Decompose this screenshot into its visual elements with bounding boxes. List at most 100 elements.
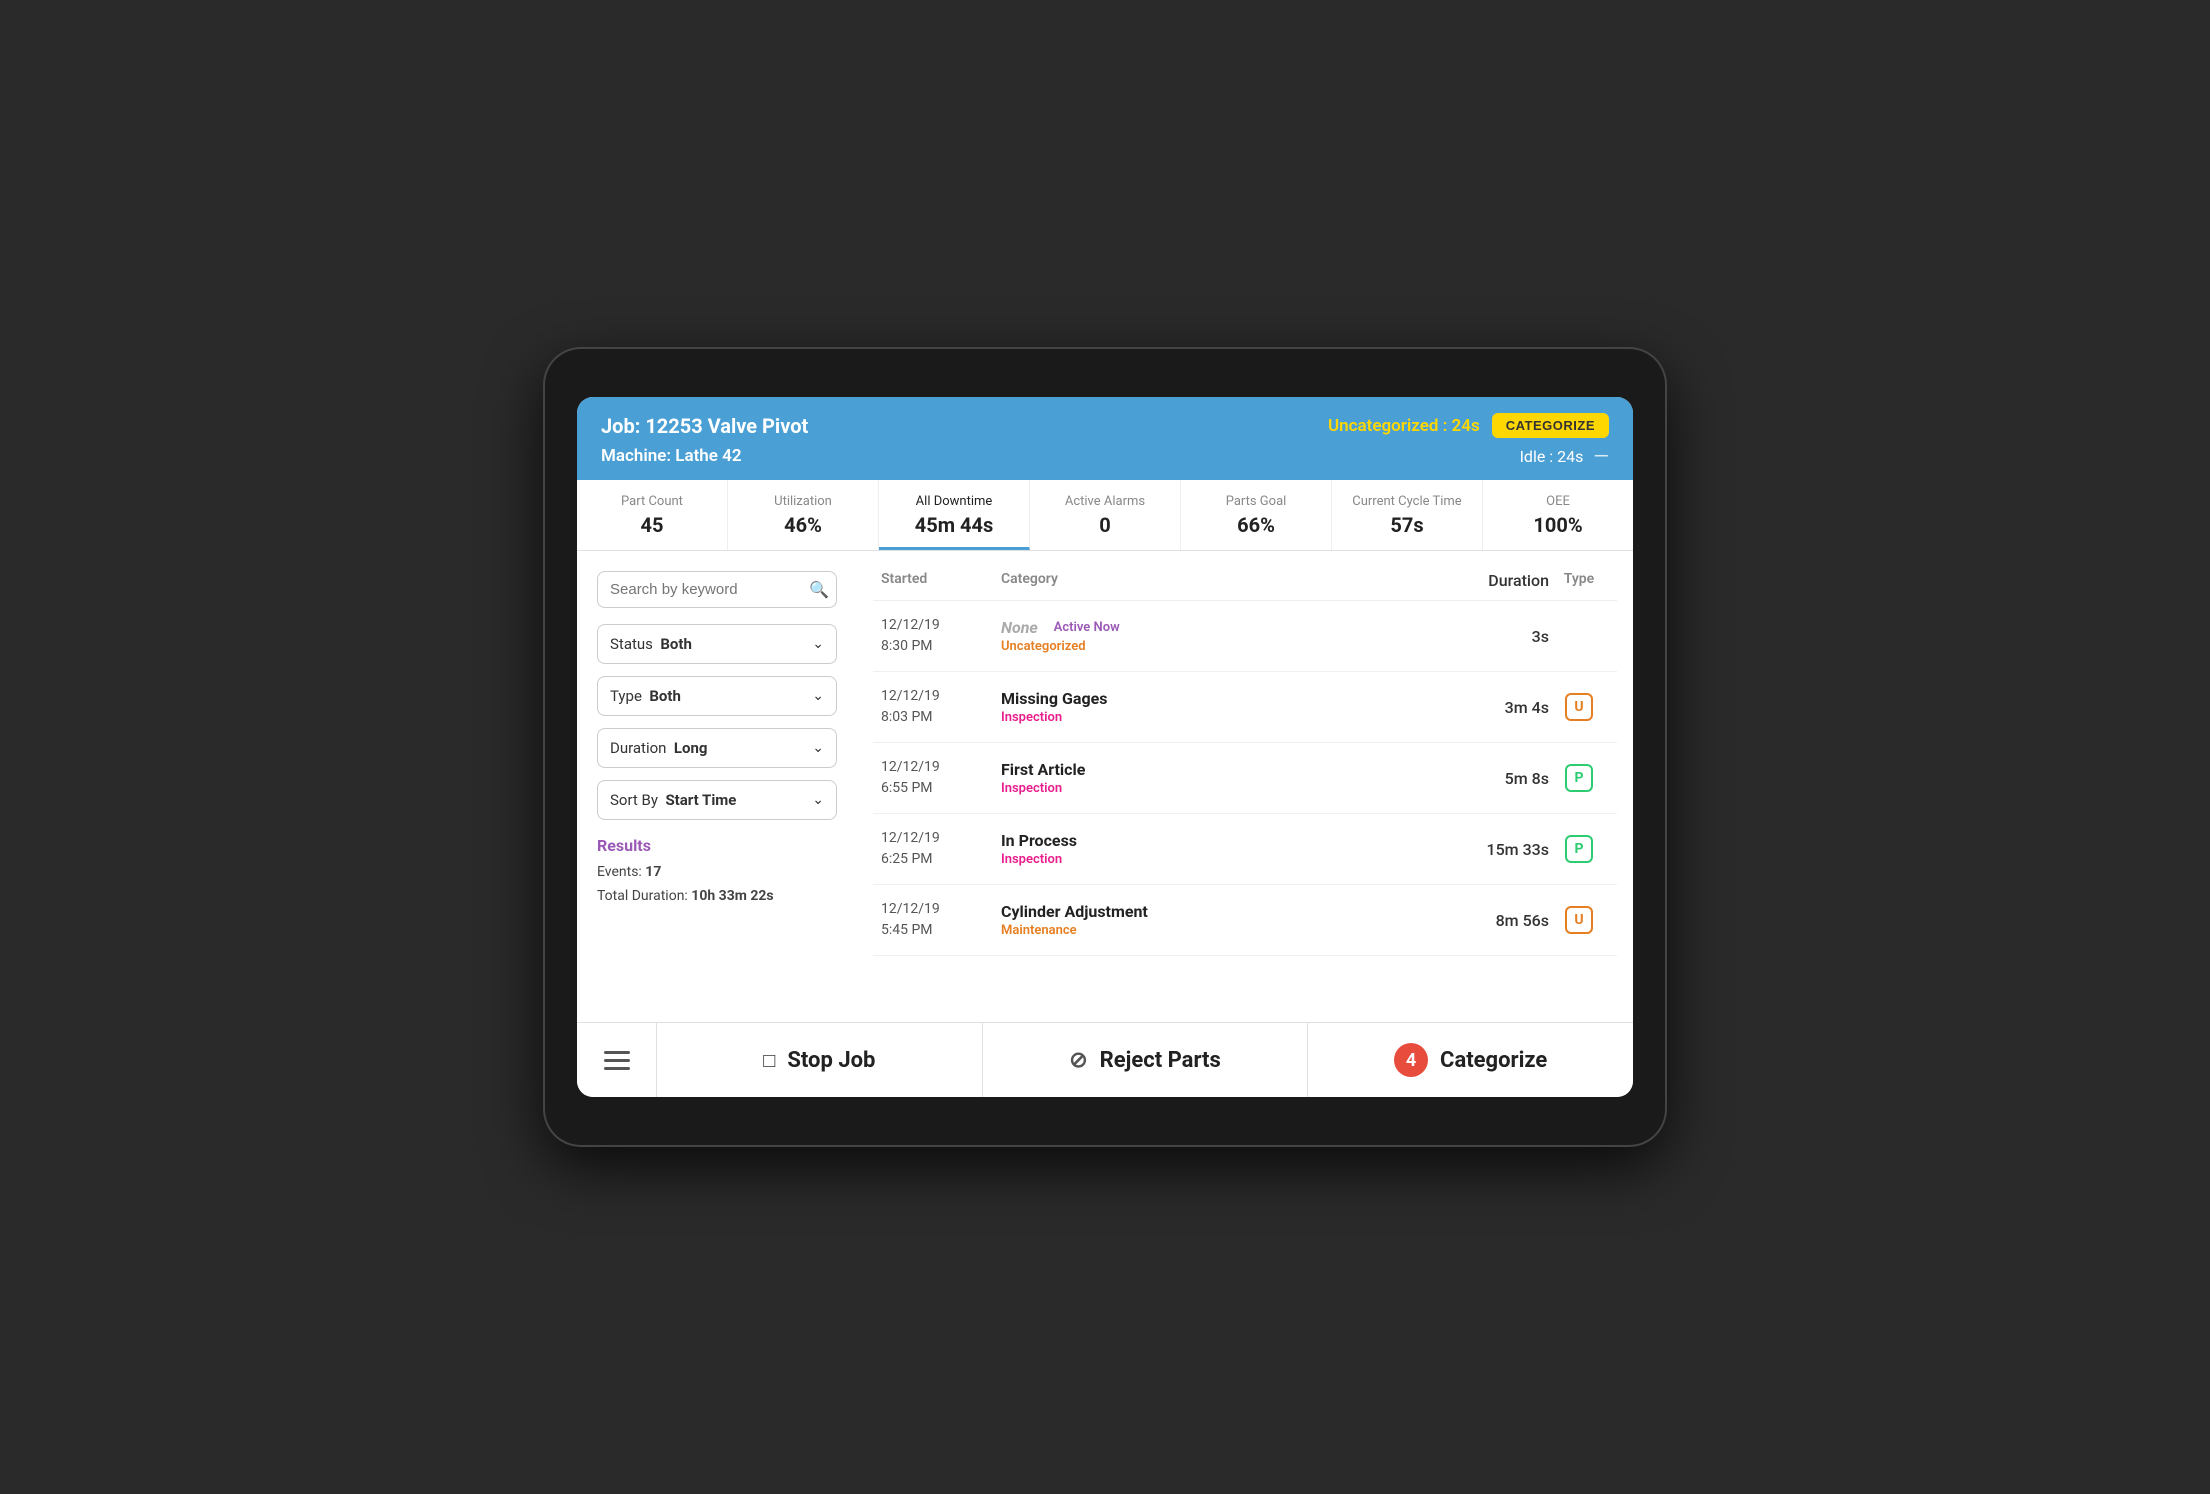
stat-utilization-label: Utilization — [736, 494, 870, 509]
table-row[interactable]: 12/12/195:45 PM Cylinder Adjustment Main… — [873, 885, 1617, 956]
stat-parts-goal[interactable]: Parts Goal 66% — [1181, 480, 1332, 550]
table-area: Started Category Duration Type 12/12/198… — [857, 571, 1633, 1010]
stats-bar: Part Count 45 Utilization 46% All Downti… — [577, 480, 1633, 551]
row-category-name: First Article — [1001, 760, 1429, 779]
footer: □ Stop Job ⊘ Reject Parts 4 Categorize — [577, 1022, 1633, 1097]
row-category-sub: Inspection — [1001, 710, 1429, 725]
row-started: 12/12/195:45 PM — [881, 899, 1001, 941]
reject-parts-button[interactable]: ⊘ Reject Parts — [983, 1023, 1309, 1097]
reject-parts-label: Reject Parts — [1100, 1048, 1221, 1073]
stat-all-downtime-value: 45m 44s — [887, 513, 1021, 537]
stop-job-label: Stop Job — [787, 1048, 875, 1073]
row-category-name: Cylinder Adjustment — [1001, 902, 1429, 921]
row-type: U — [1549, 906, 1609, 934]
type-badge-p: P — [1565, 835, 1593, 863]
active-now-badge: Active Now — [1054, 620, 1120, 635]
idle-dash-icon: — — [1593, 444, 1609, 468]
sort-filter-label: Sort By Start Time — [610, 791, 736, 809]
total-duration-value: 10h 33m 22s — [691, 888, 773, 904]
duration-filter-label: Duration Long — [610, 739, 707, 757]
stat-all-downtime-label: All Downtime — [887, 494, 1021, 509]
search-box[interactable]: 🔍 — [597, 571, 837, 608]
row-duration: 5m 8s — [1429, 769, 1549, 788]
stop-job-button[interactable]: □ Stop Job — [657, 1023, 983, 1097]
events-count: 17 — [645, 864, 661, 880]
row-category: Cylinder Adjustment Maintenance — [1001, 902, 1429, 938]
stat-active-alarms[interactable]: Active Alarms 0 — [1030, 480, 1181, 550]
type-badge-u: U — [1565, 906, 1593, 934]
row-duration: 3s — [1429, 627, 1549, 646]
stat-oee[interactable]: OEE 100% — [1483, 480, 1633, 550]
stat-oee-label: OEE — [1491, 494, 1625, 509]
row-started: 12/12/196:25 PM — [881, 828, 1001, 870]
categorize-header-button[interactable]: CATEGORIZE — [1492, 413, 1609, 438]
row-duration: 8m 56s — [1429, 911, 1549, 930]
row-category-sub: Inspection — [1001, 852, 1429, 867]
row-category: None Active Now Uncategorized — [1001, 618, 1429, 654]
stat-cycle-time[interactable]: Current Cycle Time 57s — [1332, 480, 1483, 550]
results-meta: Events: 17 Total Duration: 10h 33m 22s — [597, 861, 837, 909]
uncategorized-status: Uncategorized : 24s — [1328, 416, 1480, 436]
search-input[interactable] — [610, 581, 809, 598]
chevron-down-icon: ⌄ — [812, 636, 824, 652]
stat-cycle-time-value: 57s — [1340, 513, 1474, 537]
search-icon: 🔍 — [809, 580, 829, 599]
stat-oee-value: 100% — [1491, 513, 1625, 537]
col-header-type: Type — [1549, 571, 1609, 590]
type-badge-u: U — [1565, 693, 1593, 721]
stat-utilization[interactable]: Utilization 46% — [728, 480, 879, 550]
table-row[interactable]: 12/12/196:55 PM First Article Inspection… — [873, 743, 1617, 814]
row-duration: 15m 33s — [1429, 840, 1549, 859]
machine-label: Machine: Lathe 42 — [601, 446, 742, 466]
row-category-sub: Uncategorized — [1001, 639, 1429, 654]
table-row[interactable]: 12/12/198:03 PM Missing Gages Inspection… — [873, 672, 1617, 743]
job-title: Job: 12253 Valve Pivot — [601, 414, 808, 438]
results-section: Results Events: 17 Total Duration: 10h 3… — [597, 836, 837, 909]
menu-button[interactable] — [577, 1023, 657, 1097]
reject-icon: ⊘ — [1069, 1048, 1087, 1073]
chevron-down-icon: ⌄ — [812, 792, 824, 808]
results-title: Results — [597, 836, 837, 855]
col-header-category: Category — [1001, 571, 1429, 590]
row-type: P — [1549, 835, 1609, 863]
row-category: Missing Gages Inspection — [1001, 689, 1429, 725]
stat-active-alarms-value: 0 — [1038, 513, 1172, 537]
stat-parts-goal-value: 66% — [1189, 513, 1323, 537]
sort-filter-dropdown[interactable]: Sort By Start Time ⌄ — [597, 780, 837, 820]
row-category-sub: Inspection — [1001, 781, 1429, 796]
stat-utilization-value: 46% — [736, 513, 870, 537]
status-filter-dropdown[interactable]: Status Both ⌄ — [597, 624, 837, 664]
sidebar: 🔍 Status Both ⌄ Type Both ⌄ Duration Lon… — [577, 571, 857, 1010]
row-started: 12/12/198:03 PM — [881, 686, 1001, 728]
type-filter-label: Type Both — [610, 687, 681, 705]
hamburger-icon — [604, 1051, 630, 1070]
table-row[interactable]: 12/12/198:30 PM None Active Now Uncatego… — [873, 601, 1617, 672]
stat-parts-goal-label: Parts Goal — [1189, 494, 1323, 509]
categorize-label: Categorize — [1440, 1048, 1547, 1073]
stat-part-count-label: Part Count — [585, 494, 719, 509]
header: Job: 12253 Valve Pivot Uncategorized : 2… — [577, 397, 1633, 480]
row-type: U — [1549, 693, 1609, 721]
categorize-button[interactable]: 4 Categorize — [1308, 1023, 1633, 1097]
stat-part-count[interactable]: Part Count 45 — [577, 480, 728, 550]
stat-part-count-value: 45 — [585, 513, 719, 537]
table-row[interactable]: 12/12/196:25 PM In Process Inspection 15… — [873, 814, 1617, 885]
type-badge-p: P — [1565, 764, 1593, 792]
col-header-started: Started — [881, 571, 1001, 590]
row-started: 12/12/196:55 PM — [881, 757, 1001, 799]
type-filter-dropdown[interactable]: Type Both ⌄ — [597, 676, 837, 716]
duration-filter-dropdown[interactable]: Duration Long ⌄ — [597, 728, 837, 768]
row-category-name: None Active Now — [1001, 618, 1429, 637]
row-started: 12/12/198:30 PM — [881, 615, 1001, 657]
events-label: Events: — [597, 864, 645, 880]
stat-cycle-time-label: Current Cycle Time — [1340, 494, 1474, 509]
row-type: P — [1549, 764, 1609, 792]
stat-all-downtime[interactable]: All Downtime 45m 44s — [879, 480, 1030, 550]
stop-icon: □ — [763, 1048, 775, 1073]
col-header-duration: Duration — [1429, 571, 1549, 590]
tablet-screen: Job: 12253 Valve Pivot Uncategorized : 2… — [577, 397, 1633, 1097]
row-category: First Article Inspection — [1001, 760, 1429, 796]
row-category-name: In Process — [1001, 831, 1429, 850]
stat-active-alarms-label: Active Alarms — [1038, 494, 1172, 509]
table-header: Started Category Duration Type — [873, 571, 1617, 601]
